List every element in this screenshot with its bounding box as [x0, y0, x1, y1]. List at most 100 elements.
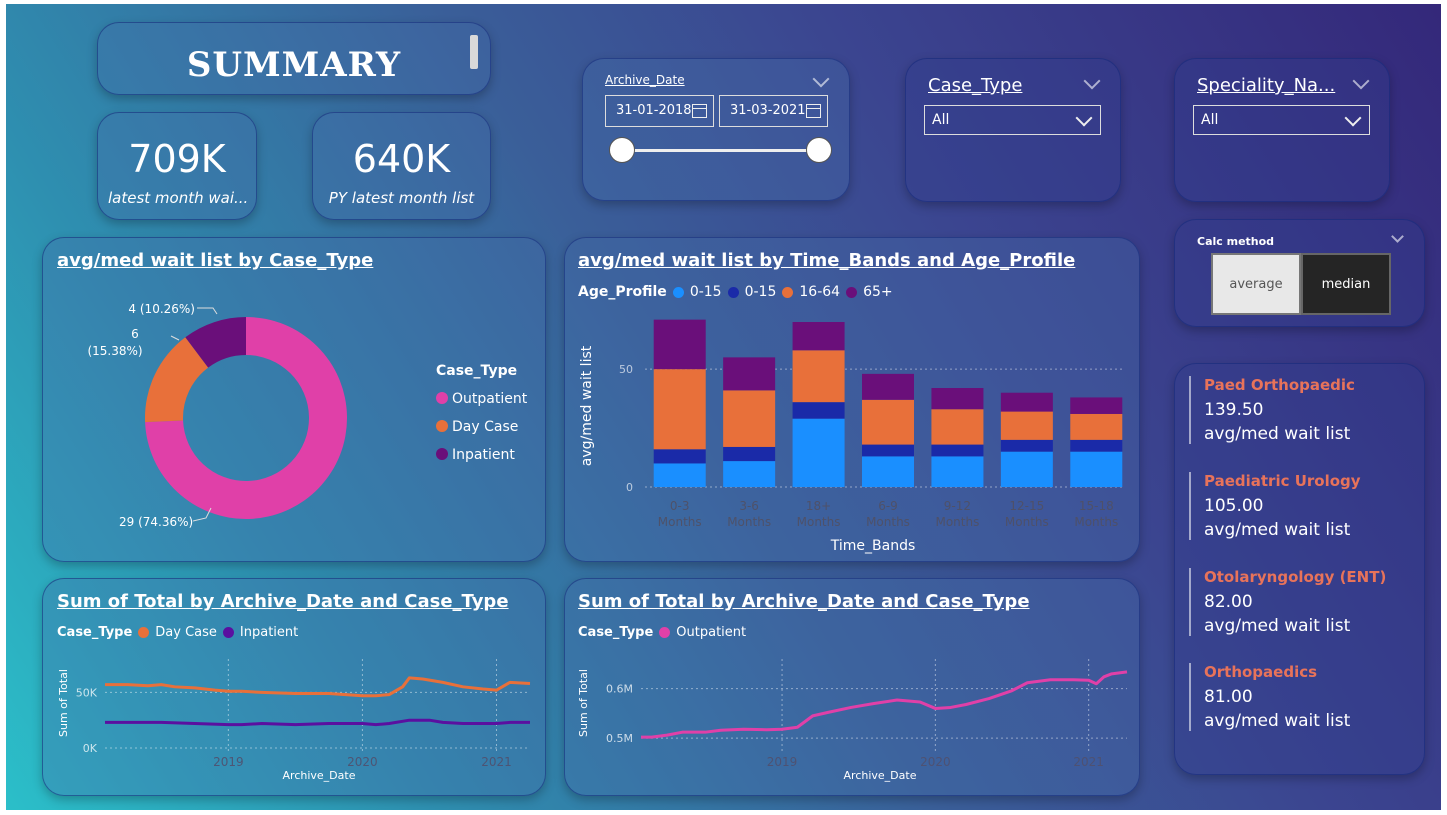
speciality-card: Paediatric Urology 105.00 avg/med wait l…: [1189, 472, 1361, 540]
legend-marker: [436, 420, 448, 432]
speciality-name: Otolaryngology (ENT): [1204, 568, 1387, 586]
speciality-label: avg/med wait list: [1204, 424, 1351, 444]
stacked-bar-chart: 0 50 0-3 Months 3-6 Months 18+ Months 6-9 Months 9…: [579, 319, 1125, 554]
y-tick-label: 0: [626, 481, 633, 494]
calendar-icon[interactable]: [806, 104, 821, 118]
x-tick-label: Months: [658, 515, 702, 529]
line-chart: 0.5M 0.6M 2019 2020 2021 Archive_Date Sum of T…: [577, 659, 1128, 782]
case-type-dropdown-value: All: [932, 112, 950, 128]
speciality-card-list: Paed Orthopaedic 139.50 avg/med wait lis…: [1174, 363, 1425, 775]
speciality-label: avg/med wait list: [1204, 520, 1351, 540]
x-tick-label: 2021: [1073, 755, 1104, 769]
average-button[interactable]: average: [1211, 253, 1301, 315]
speciality-card: Paed Orthopaedic 139.50 avg/med wait lis…: [1189, 376, 1355, 444]
y-axis-title: avg/med wait list: [579, 345, 595, 466]
calc-method-title: Calc method: [1197, 235, 1275, 248]
line-chart-card-daycase-inpatient: Sum of Total by Archive_Date and Case_Ty…: [42, 578, 546, 796]
speciality-dropdown[interactable]: All: [1193, 105, 1370, 135]
bar-chart-card: avg/med wait list by Time_Bands and Age_…: [564, 237, 1140, 562]
start-date-input[interactable]: 31-01-2018: [605, 95, 714, 127]
bar-segment: [653, 463, 706, 487]
legend-title: Case_Type: [436, 363, 517, 379]
speciality-card: Otolaryngology (ENT) 82.00 avg/med wait …: [1189, 568, 1386, 636]
kpi-label: PY latest month list: [328, 189, 475, 207]
speciality-label: avg/med wait list: [1204, 711, 1351, 731]
bar-segment: [1000, 439, 1053, 452]
bar-segment: [653, 449, 706, 464]
date-range-track: [623, 149, 819, 152]
summary-title-card: SUMMARY: [97, 22, 491, 95]
bar-segment: [931, 444, 984, 457]
end-date-value: 31-03-2021: [730, 103, 806, 118]
x-tick-label: 2020: [920, 755, 951, 769]
start-date-value: 31-01-2018: [616, 103, 692, 118]
bar-segment: [862, 444, 914, 457]
y-tick-label: 0K: [83, 742, 98, 755]
x-tick-label: Months: [866, 515, 910, 529]
bar-segment: [931, 388, 984, 410]
leader-line: [170, 335, 180, 341]
x-tick-label: Months: [935, 515, 979, 529]
x-tick-label: 9-12: [944, 499, 971, 513]
chevron-down-icon[interactable]: [1352, 72, 1370, 90]
bar-segment: [1000, 411, 1053, 440]
legend-label: Outpatient: [452, 391, 528, 407]
chevron-down-icon[interactable]: [812, 70, 830, 88]
range-end-handle[interactable]: [806, 137, 832, 163]
x-axis-title: Time_Bands: [830, 538, 916, 554]
bar-segment: [931, 409, 984, 445]
bar-segment: [792, 350, 845, 403]
speciality-slicer-title: Speciality_Na...: [1197, 75, 1336, 96]
x-tick-label: 18+: [806, 499, 831, 513]
y-tick-label: 50: [619, 363, 633, 376]
bar-segment: [1070, 439, 1123, 452]
leader-line: [197, 307, 218, 315]
bar-segment: [862, 399, 914, 445]
x-tick-label: 2019: [767, 755, 798, 769]
x-tick-label: 12-15: [1009, 499, 1044, 513]
scrollbar-thumb[interactable]: [470, 35, 478, 69]
y-axis-title: Sum of Total: [57, 669, 70, 737]
range-start-handle[interactable]: [609, 137, 635, 163]
x-tick-label: 3-6: [739, 499, 759, 513]
x-tick-label: 0-3: [670, 499, 690, 513]
summary-title: SUMMARY: [186, 45, 402, 85]
x-tick-label: 2021: [481, 755, 512, 769]
line-chart: 0K 50K 2019 2020 2021 Archive_Date Sum of Tota…: [57, 659, 531, 782]
speciality-card: Orthopaedics 81.00 avg/med wait list: [1189, 663, 1350, 731]
x-tick-label: 15-18: [1079, 499, 1114, 513]
x-tick-label: Months: [727, 515, 771, 529]
kpi-value: 709K: [128, 137, 226, 181]
x-tick-label: 2019: [213, 755, 244, 769]
kpi-card-py-latest-month: 640K PY latest month list: [312, 112, 491, 220]
bar-segment: [723, 461, 776, 487]
legend-marker: [436, 448, 448, 460]
bar-segment: [723, 446, 776, 462]
bar-segment: [1070, 451, 1123, 487]
bar-segment: [862, 456, 914, 487]
series-line: [105, 718, 530, 727]
calendar-icon[interactable]: [692, 104, 707, 118]
median-button[interactable]: median: [1301, 253, 1391, 315]
case-type-slicer: Case_Type All: [905, 58, 1121, 202]
speciality-value: 81.00: [1204, 687, 1253, 707]
series-line: [641, 670, 1128, 739]
slice-label: (15.38%): [87, 344, 142, 358]
chevron-down-icon[interactable]: [1391, 230, 1404, 243]
archive-date-slicer: Archive_Date 31-01-2018 31-03-2021: [582, 58, 850, 201]
chevron-down-icon[interactable]: [1083, 72, 1101, 90]
kpi-card-latest-month: 709K latest month wai...: [97, 112, 257, 220]
bar-segment: [653, 319, 706, 370]
line-chart-card-outpatient: Sum of Total by Archive_Date and Case_Ty…: [564, 578, 1140, 796]
calc-method-slicer: Calc method average median: [1174, 219, 1425, 327]
bar-segment: [792, 322, 845, 351]
case-type-dropdown[interactable]: All: [924, 105, 1101, 135]
legend-label: Day Case: [452, 419, 518, 435]
y-tick-label: 50K: [76, 686, 98, 699]
slice-label: 29 (74.36%): [119, 515, 193, 529]
bar-segment: [931, 456, 984, 487]
archive-date-title: Archive_Date: [605, 73, 685, 87]
end-date-input[interactable]: 31-03-2021: [719, 95, 828, 127]
donut-chart-card: avg/med wait list by Case_Type 29 (74.36…: [42, 237, 546, 562]
speciality-dropdown-value: All: [1201, 112, 1219, 128]
